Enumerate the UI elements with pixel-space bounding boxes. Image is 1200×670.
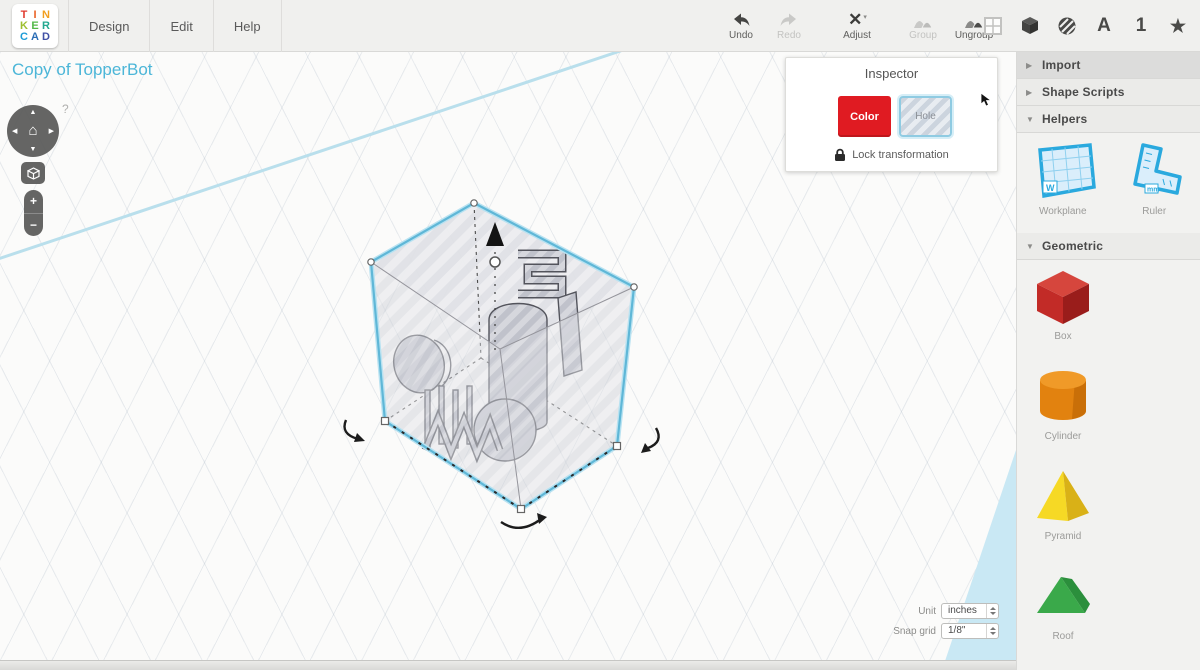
unit-stepper-icon	[986, 604, 998, 618]
helper-ruler[interactable]: mm Ruler	[1109, 141, 1200, 233]
chevron-down-icon: ▼	[1026, 242, 1035, 251]
pyramid-shape-icon	[1031, 465, 1095, 529]
chevron-right-icon: ▶	[1026, 61, 1035, 70]
logo-letter: A	[31, 32, 40, 43]
top-toolbar: TIN KER CAD Design Edit Help Undo Redo ✕…	[0, 0, 1200, 52]
logo-letter: T	[20, 10, 29, 21]
design-title: Copy of TopperBot	[12, 60, 153, 80]
snap-grid-label: Snap grid	[888, 626, 936, 637]
section-import[interactable]: ▶ Import	[1017, 52, 1200, 79]
adjust-button[interactable]: ✕▾ Adjust	[832, 7, 882, 41]
letters-icon[interactable]: A	[1092, 14, 1116, 38]
canvas-bottom-edge	[0, 660, 1016, 670]
holes-icon[interactable]	[1055, 14, 1079, 38]
symbols-icon[interactable]: ★	[1166, 14, 1190, 38]
redo-icon	[779, 7, 799, 29]
logo-letter: R	[42, 21, 51, 32]
shape-roof[interactable]: Roof	[1017, 560, 1109, 660]
cylinder-shape-icon	[1031, 365, 1095, 429]
shape-pyramid[interactable]: Pyramid	[1017, 460, 1109, 560]
grid-settings: Unit inches Snap grid 1/8"	[888, 603, 999, 643]
logo-letter: I	[31, 10, 40, 21]
numbers-icon[interactable]: 1	[1129, 14, 1153, 38]
logo-letter: C	[20, 32, 29, 43]
orbit-cube-icon	[27, 167, 40, 180]
pan-up-arrow[interactable]: ▲	[30, 109, 37, 116]
chevron-right-icon: ▶	[1026, 88, 1035, 97]
inspector-title: Inspector	[786, 66, 997, 81]
logo-letter: D	[42, 32, 51, 43]
geometric-shapes-icon[interactable]	[1018, 14, 1042, 38]
snap-stepper-icon	[986, 624, 998, 638]
logo-letter: E	[31, 21, 40, 32]
zoom-out-button[interactable]: −	[24, 214, 43, 237]
viewport-3d[interactable]: Copy of TopperBot	[0, 52, 1016, 670]
lock-icon	[834, 148, 846, 162]
pan-down-arrow[interactable]: ▼	[30, 146, 37, 153]
menu-help[interactable]: Help	[214, 0, 282, 52]
mouse-cursor	[980, 92, 993, 107]
helper-workplane[interactable]: W Workplane	[1017, 141, 1109, 233]
helpers-items: W Workplane mm Ruler	[1017, 133, 1200, 233]
workplane-edge	[0, 52, 665, 260]
zoom-in-button[interactable]: +	[24, 190, 43, 214]
undo-button[interactable]: Undo	[718, 7, 764, 41]
logo-letter: K	[20, 21, 29, 32]
group-button[interactable]: Group	[900, 7, 946, 41]
lock-transformation-toggle[interactable]: Lock transformation	[786, 148, 997, 162]
logo-letter: N	[42, 10, 51, 21]
tinkercad-logo[interactable]: TIN KER CAD	[12, 4, 58, 48]
home-view-icon[interactable]: ⌂	[28, 122, 37, 139]
ruler-icon: mm	[1119, 141, 1189, 201]
round-roof-shape-icon	[1031, 665, 1095, 670]
shape-category-shortcuts: A 1 ★	[981, 0, 1190, 52]
menu-edit[interactable]: Edit	[150, 0, 213, 52]
selected-model[interactable]	[345, 200, 659, 528]
hole-swatch-button[interactable]: Hole	[899, 96, 952, 137]
undo-icon	[731, 7, 751, 29]
snap-grid-select[interactable]: 1/8"	[941, 623, 999, 639]
unit-select[interactable]: inches	[941, 603, 999, 619]
section-helpers[interactable]: ▼ Helpers	[1017, 106, 1200, 133]
menu-design[interactable]: Design	[69, 0, 150, 52]
section-geometric[interactable]: ▼ Geometric	[1017, 233, 1200, 260]
shapes-sidebar: ▶ Import ▶ Shape Scripts ▼ Helpers W Wor…	[1016, 52, 1200, 670]
shape-box[interactable]: Box	[1017, 260, 1109, 360]
unit-label: Unit	[888, 606, 936, 617]
color-swatch-button[interactable]: Color	[838, 96, 891, 137]
view-navigation-pad[interactable]: ▲ ▼ ◀ ▶ ⌂	[7, 105, 59, 157]
group-icon	[910, 7, 936, 29]
workplane-icon: W	[1028, 141, 1098, 201]
roof-shape-icon	[1031, 565, 1095, 629]
redo-button[interactable]: Redo	[766, 7, 812, 41]
pan-left-arrow[interactable]: ◀	[12, 127, 17, 135]
chevron-down-icon: ▼	[1026, 115, 1035, 124]
svg-text:W: W	[1046, 183, 1055, 193]
orbit-view-button[interactable]	[21, 162, 45, 184]
section-shape-scripts[interactable]: ▶ Shape Scripts	[1017, 79, 1200, 106]
inspector-panel: Inspector Color Hole Lock transformation	[785, 57, 998, 172]
main-menu: Design Edit Help	[68, 0, 282, 52]
geometric-shapes: Box Cylinder Pyramid Roof	[1017, 260, 1200, 670]
shape-cylinder[interactable]: Cylinder	[1017, 360, 1109, 460]
shape-round-roof[interactable]: Round Roof	[1017, 660, 1109, 670]
adjust-icon: ✕▾	[848, 7, 866, 29]
workplane-shortcut-icon[interactable]	[981, 14, 1005, 38]
nav-help-link[interactable]: ?	[62, 102, 69, 116]
height-handle[interactable]	[490, 257, 500, 267]
box-shape-icon	[1031, 265, 1095, 329]
pan-right-arrow[interactable]: ▶	[49, 127, 54, 135]
zoom-control: + −	[24, 190, 43, 236]
svg-text:mm: mm	[1147, 187, 1159, 194]
